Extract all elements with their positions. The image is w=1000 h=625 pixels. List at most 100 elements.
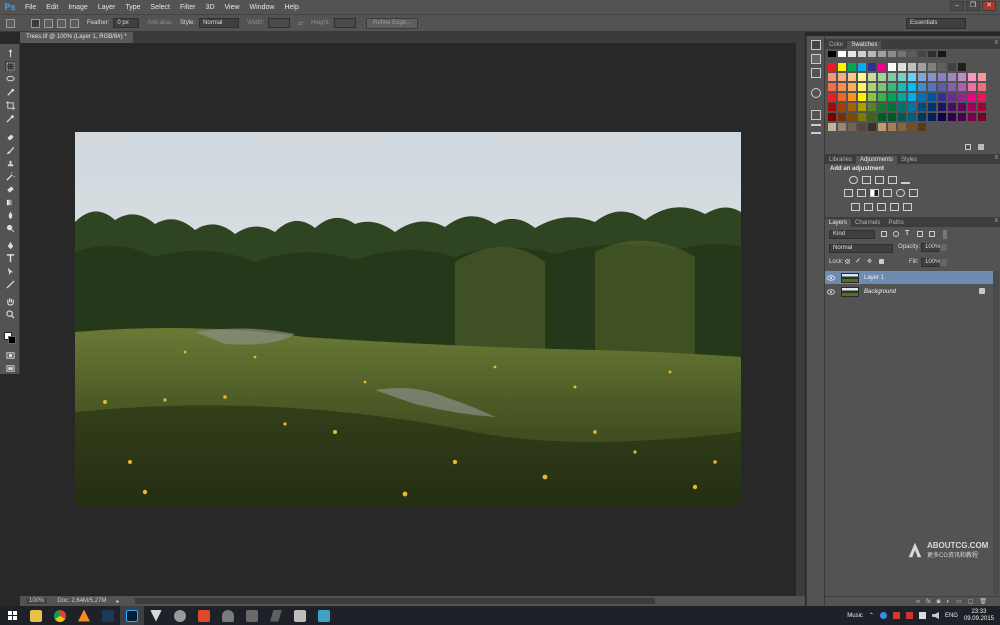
swatch[interactable] (888, 51, 896, 57)
tab-paths[interactable]: Paths (884, 219, 907, 227)
swatch[interactable] (908, 93, 916, 101)
swatch[interactable] (898, 123, 906, 131)
swatch[interactable] (938, 93, 946, 101)
tab-libraries[interactable]: Libraries (825, 156, 856, 164)
swatch[interactable] (898, 103, 906, 111)
type-tool-icon[interactable] (5, 253, 15, 263)
folder-icon[interactable]: ▭ (956, 598, 962, 605)
invert-icon[interactable] (851, 203, 860, 211)
link-icon[interactable]: ∞ (916, 599, 920, 605)
layer-name[interactable]: Layer 1 (864, 275, 884, 281)
swatch[interactable] (968, 113, 976, 121)
swatch[interactable] (858, 123, 866, 131)
properties-panel-icon[interactable] (811, 54, 821, 64)
swatch[interactable] (868, 63, 876, 71)
menu-select[interactable]: Select (146, 4, 175, 11)
add-selection-icon[interactable] (44, 18, 53, 28)
eraser-tool-icon[interactable] (5, 184, 15, 194)
swatch[interactable] (828, 103, 836, 111)
mask-icon[interactable]: ◙ (937, 599, 941, 605)
document-info[interactable]: Doc: 2,64M/5,27M (57, 598, 106, 604)
marquee-tool-icon[interactable] (5, 61, 15, 71)
swatch[interactable] (888, 123, 896, 131)
clock[interactable]: 23:33 09.09.2015 (964, 609, 994, 623)
brush-tool-icon[interactable] (5, 145, 15, 155)
menu-file[interactable]: File (20, 4, 41, 11)
tab-adjustments[interactable]: Adjustments (856, 156, 898, 164)
swatch[interactable] (868, 93, 876, 101)
photo-filter-icon[interactable] (883, 189, 892, 197)
tray-app-icon[interactable] (905, 612, 913, 619)
color-balance-icon[interactable] (857, 189, 866, 197)
swatch[interactable] (948, 73, 956, 81)
refine-edge-button[interactable]: Refine Edge... (366, 17, 419, 29)
lock-transparent-icon[interactable] (845, 259, 850, 264)
selective-color-icon[interactable] (903, 203, 912, 211)
swatch[interactable] (898, 63, 906, 71)
panel-menu-icon[interactable]: ≡ (994, 155, 998, 161)
network-icon[interactable] (918, 612, 926, 619)
swatch[interactable] (948, 113, 956, 121)
path-selection-tool-icon[interactable] (5, 266, 15, 276)
canvas-horizontal-scrollbar[interactable] (135, 598, 656, 604)
screen-mode-icon[interactable] (5, 363, 15, 373)
app-icon-12[interactable] (288, 606, 312, 625)
new-swatch-icon[interactable] (965, 144, 971, 150)
swatch[interactable] (948, 103, 956, 111)
swatch[interactable] (838, 103, 846, 111)
swatch[interactable] (838, 93, 846, 101)
swatch[interactable] (828, 63, 836, 71)
swatch[interactable] (878, 51, 886, 57)
tab-color[interactable]: Color (825, 41, 847, 49)
swatch[interactable] (848, 51, 856, 57)
swatch[interactable] (938, 73, 946, 81)
menu-view[interactable]: View (220, 4, 245, 11)
panel-menu-icon[interactable]: ≡ (994, 40, 998, 46)
swatch[interactable] (928, 113, 936, 121)
swatch[interactable] (878, 73, 886, 81)
fill-input[interactable]: 100% (921, 258, 940, 267)
swatch[interactable] (938, 51, 946, 57)
explorer-icon[interactable] (24, 606, 48, 625)
levels-icon[interactable] (862, 176, 871, 184)
swatch[interactable] (828, 51, 836, 57)
swatch[interactable] (928, 51, 936, 57)
quick-mask-icon[interactable] (5, 350, 15, 360)
swatch[interactable] (918, 73, 926, 81)
panel-menu-icon[interactable]: ≡ (994, 218, 998, 224)
swatch[interactable] (828, 113, 836, 121)
lasso-tool-icon[interactable] (5, 74, 15, 84)
pen-tool-icon[interactable] (5, 240, 15, 250)
minimize-button[interactable]: – (950, 1, 964, 11)
swatch[interactable] (978, 93, 986, 101)
opacity-input[interactable]: 100% (921, 243, 940, 252)
swatch[interactable] (898, 73, 906, 81)
new-selection-icon[interactable] (31, 18, 40, 28)
swatch[interactable] (978, 73, 986, 81)
brightness-contrast-icon[interactable] (849, 176, 858, 184)
swatch[interactable] (828, 93, 836, 101)
exposure-icon[interactable] (888, 176, 897, 184)
swatch[interactable] (858, 51, 866, 57)
gradient-map-icon[interactable] (890, 203, 899, 211)
windows-start-icon[interactable] (0, 606, 24, 625)
swatch[interactable] (878, 123, 886, 131)
menu-window[interactable]: Window (245, 4, 280, 11)
swatch[interactable] (868, 73, 876, 81)
swatch[interactable] (958, 93, 966, 101)
paragraph-panel-icon[interactable] (811, 124, 821, 134)
hand-tool-icon[interactable] (5, 296, 15, 306)
filter-shape-icon[interactable] (917, 231, 923, 237)
swatch[interactable] (928, 93, 936, 101)
history-brush-tool-icon[interactable] (5, 171, 15, 181)
swatch[interactable] (858, 113, 866, 121)
swatch[interactable] (868, 123, 876, 131)
filter-adjustment-icon[interactable] (893, 231, 899, 237)
character-panel-icon[interactable] (811, 88, 821, 98)
menu-filter[interactable]: Filter (175, 4, 201, 11)
swatch[interactable] (848, 83, 856, 91)
info-panel-icon[interactable] (811, 68, 821, 78)
app-icon-8[interactable] (192, 606, 216, 625)
line-tool-icon[interactable] (5, 279, 15, 289)
zoom-level[interactable]: 100% (26, 598, 48, 604)
